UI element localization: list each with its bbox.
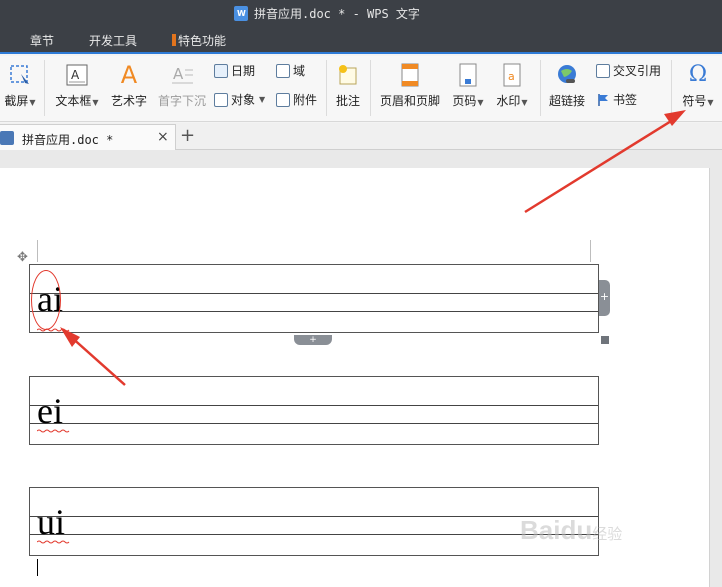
close-icon[interactable]: × [157, 129, 169, 145]
ribbon-toolbar: 截屏▼ A 文本框▼ A 艺术字 A 首字下沉 日期 域 对象 ▼ 附件 批注 … [0, 56, 722, 122]
hyperlink-globe-icon [558, 65, 576, 83]
svg-text:A: A [71, 68, 80, 82]
menu-special-features[interactable]: 特色功能 [172, 32, 226, 49]
svg-text:a: a [508, 70, 515, 83]
attachment-icon [276, 92, 290, 107]
drop-cap-button[interactable]: A 首字下沉 [157, 62, 207, 109]
field-icon [276, 63, 290, 78]
header-footer-button[interactable]: 页眉和页脚 [379, 62, 441, 109]
word-doc-icon [0, 131, 14, 145]
menu-chapter[interactable]: 章节 [30, 32, 54, 49]
menu-bar: 章节 开发工具 特色功能 [0, 26, 722, 54]
bookmark-label: 书签 [613, 93, 638, 107]
textbox-icon: A [66, 64, 88, 86]
screenshot-button[interactable]: 截屏▼ [0, 62, 40, 109]
field-label: 域 [293, 64, 306, 78]
pinyin-row-1[interactable]: ai [29, 264, 599, 333]
bookmark-button[interactable]: 书签 [596, 91, 637, 108]
symbol-button[interactable]: Ω 符号▼ [678, 62, 718, 109]
attachment-button[interactable]: 附件 [276, 91, 317, 108]
pinyin-row-3[interactable]: ui [29, 487, 599, 556]
annotation-ellipse [31, 270, 61, 330]
drop-cap-label: 首字下沉 [157, 94, 206, 108]
comment-label: 批注 [335, 94, 360, 108]
new-tab-plus-icon[interactable]: + [180, 125, 195, 146]
header-footer-label: 页眉和页脚 [379, 94, 440, 108]
watermark-label: 水印 [496, 94, 521, 108]
hyperlink-label: 超链接 [548, 94, 585, 108]
wordart-button[interactable]: A 艺术字 [109, 62, 149, 109]
header-footer-icon [401, 63, 419, 87]
object-button[interactable]: 对象 ▼ [214, 91, 265, 108]
cross-reference-button[interactable]: 交叉引用 [596, 62, 661, 79]
page-number-button[interactable]: 页码▼ [449, 62, 487, 109]
date-label: 日期 [231, 64, 256, 78]
add-row-handle[interactable]: + [294, 335, 332, 345]
cross-reference-label: 交叉引用 [613, 64, 662, 78]
date-button[interactable]: 日期 [214, 62, 255, 79]
page-number-icon [459, 63, 477, 87]
menu-developer-tools[interactable]: 开发工具 [89, 32, 137, 49]
watermark-icon: a [503, 63, 521, 87]
textbox-button[interactable]: A 文本框▼ [53, 62, 101, 109]
add-column-handle[interactable]: + [599, 280, 610, 316]
bookmark-flag-icon [598, 93, 608, 106]
tab-label: 拼音应用.doc * [22, 133, 114, 147]
attachment-label: 附件 [293, 93, 318, 107]
svg-text:A: A [173, 65, 184, 83]
table-move-handle-icon[interactable]: ✥ [17, 250, 28, 265]
tab-document[interactable]: 拼音应用.doc * × [0, 124, 176, 150]
text-cursor [37, 559, 38, 576]
wordart-icon: A [120, 61, 138, 89]
screenshot-label: 截屏 [4, 94, 29, 108]
hyperlink-button[interactable]: 超链接 [547, 62, 587, 109]
pinyin-word-ei[interactable]: ei [37, 393, 63, 429]
pinyin-word-ui[interactable]: ui [37, 504, 65, 540]
textbox-label: 文本框 [55, 94, 92, 108]
screenshot-icon [10, 65, 29, 84]
omega-symbol-icon: Ω [688, 62, 708, 87]
cross-reference-icon [596, 63, 610, 78]
document-tab-bar: 拼音应用.doc * × + [0, 123, 722, 150]
window-title: 拼音应用.doc * - WPS 文字 [254, 7, 420, 21]
object-icon [214, 92, 228, 107]
watermark-button[interactable]: a 水印▼ [493, 62, 531, 109]
table-resize-handle[interactable] [601, 336, 609, 344]
object-label: 对象 [231, 93, 256, 107]
comment-icon [339, 65, 357, 85]
wordart-label: 艺术字 [110, 94, 147, 108]
comment-button[interactable]: 批注 [333, 62, 363, 109]
pinyin-row-2[interactable]: ei [29, 376, 599, 445]
page-number-label: 页码 [452, 94, 477, 108]
calendar-icon [214, 63, 228, 78]
baidu-watermark: Baidu经验 [520, 515, 623, 545]
field-button[interactable]: 域 [276, 62, 305, 79]
symbol-label: 符号 [682, 94, 707, 108]
drop-cap-icon: A [172, 65, 193, 84]
wps-doc-icon [234, 6, 248, 21]
title-bar: 拼音应用.doc * - WPS 文字 [0, 0, 722, 26]
